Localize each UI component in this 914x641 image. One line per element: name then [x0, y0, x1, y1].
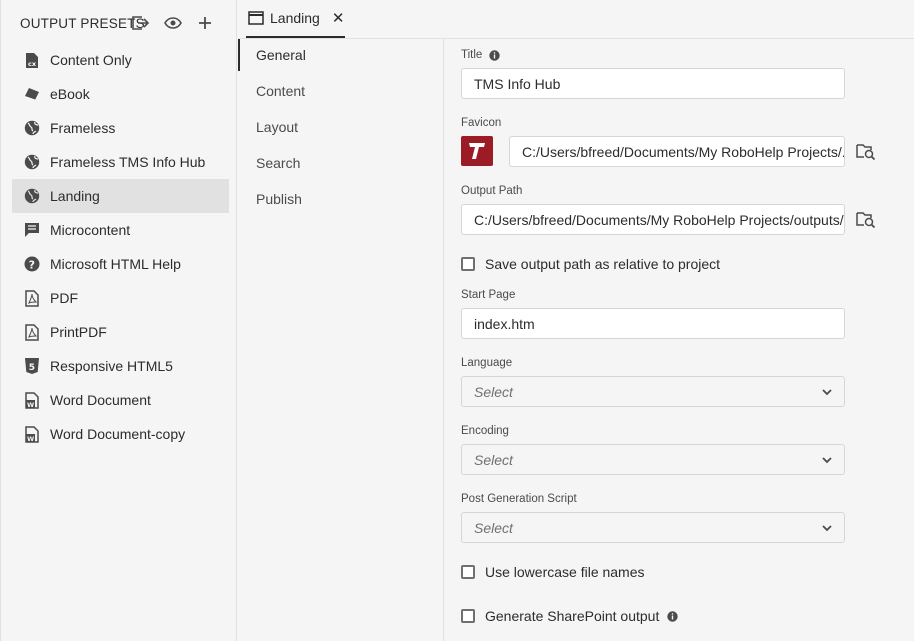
word-doc-icon: W — [23, 391, 41, 409]
preset-label: eBook — [50, 86, 90, 102]
start-page-input[interactable]: index.htm — [461, 308, 845, 339]
nav-item-layout[interactable]: Layout — [238, 111, 444, 143]
favicon-path-input[interactable]: C:/Users/bfreed/Documents/My RoboHelp Pr… — [509, 136, 845, 167]
post-gen-script-label: Post Generation Script — [461, 493, 577, 505]
output-path-label: Output Path — [461, 185, 523, 197]
globe-icon — [23, 187, 41, 205]
settings-nav: General Content Layout Search Publish — [238, 39, 444, 641]
tab-label: Landing — [270, 10, 320, 26]
chevron-down-icon — [821, 454, 833, 466]
sharepoint-checkbox[interactable] — [461, 609, 475, 623]
preset-label: Microcontent — [50, 222, 131, 238]
eye-icon[interactable] — [162, 12, 184, 34]
language-value: Select — [474, 383, 513, 400]
message-icon — [23, 221, 41, 239]
save-relative-checkbox[interactable] — [461, 257, 475, 271]
favicon-preview — [461, 136, 493, 166]
lowercase-checkbox-row[interactable]: Use lowercase file names — [461, 562, 645, 582]
preset-item-microsoft-html-help[interactable]: ? Microsoft HTML Help — [12, 247, 229, 281]
info-icon[interactable] — [667, 610, 679, 622]
chevron-down-icon — [821, 522, 833, 534]
save-relative-label: Save output path as relative to project — [485, 256, 721, 272]
nav-item-search[interactable]: Search — [238, 147, 444, 179]
export-icon[interactable] — [129, 12, 151, 34]
post-gen-script-select[interactable]: Select — [461, 512, 845, 543]
preset-item-microcontent[interactable]: Microcontent — [12, 213, 229, 247]
word-doc-icon: W — [23, 425, 41, 443]
svg-text:?: ? — [29, 258, 35, 271]
title-input[interactable]: TMS Info Hub — [461, 68, 845, 99]
svg-text:W: W — [27, 401, 34, 409]
encoding-label: Encoding — [461, 425, 509, 437]
svg-text:W: W — [27, 435, 34, 443]
tab-strip: Landing ✕ — [238, 0, 914, 39]
preset-label: Word Document — [50, 392, 151, 408]
plus-icon[interactable] — [194, 12, 216, 34]
window-icon — [248, 11, 264, 25]
tab-landing[interactable]: Landing ✕ — [246, 0, 345, 38]
html5-icon: 5 — [23, 357, 41, 375]
globe-icon — [23, 119, 41, 137]
preset-item-responsive-html5[interactable]: 5 Responsive HTML5 — [12, 349, 229, 383]
general-settings-form: Title TMS Info Hub Favicon C:/Users/bfre… — [445, 39, 914, 641]
svg-text:cx: cx — [28, 60, 37, 68]
chevron-down-icon — [821, 386, 833, 398]
info-icon[interactable] — [489, 49, 501, 61]
preset-label: Landing — [50, 188, 100, 204]
preset-item-printpdf[interactable]: PrintPDF — [12, 315, 229, 349]
lowercase-checkbox[interactable] — [461, 565, 475, 579]
help-icon: ? — [23, 255, 41, 273]
lowercase-label: Use lowercase file names — [485, 564, 645, 580]
output-path-input[interactable]: C:/Users/bfreed/Documents/My RoboHelp Pr… — [461, 204, 845, 235]
pdf-icon — [23, 323, 41, 341]
preset-item-content-only[interactable]: cx Content Only — [12, 43, 229, 77]
nav-item-general[interactable]: General — [238, 39, 444, 71]
preset-item-pdf[interactable]: PDF — [12, 281, 229, 315]
encoding-value: Select — [474, 451, 513, 468]
cx-doc-icon: cx — [23, 51, 41, 69]
preset-label: PDF — [50, 290, 78, 306]
preset-item-frameless[interactable]: Frameless — [12, 111, 229, 145]
globe-icon — [23, 153, 41, 171]
start-page-label: Start Page — [461, 289, 516, 301]
nav-item-content[interactable]: Content — [238, 75, 444, 107]
favicon-label: Favicon — [461, 117, 502, 129]
language-select[interactable]: Select — [461, 376, 845, 407]
preset-label: Microsoft HTML Help — [50, 256, 181, 272]
close-icon[interactable]: ✕ — [332, 9, 345, 27]
preset-label: Content Only — [50, 52, 132, 68]
preset-item-word-document[interactable]: W Word Document — [12, 383, 229, 417]
preset-item-landing[interactable]: Landing — [12, 179, 229, 213]
sharepoint-label: Generate SharePoint output — [485, 608, 660, 624]
output-presets-panel: OUTPUT PRESETS cx Content Only eBook Fra… — [0, 0, 237, 641]
book-icon — [23, 85, 41, 103]
preset-label: Frameless TMS Info Hub — [50, 154, 206, 170]
preset-label: Word Document-copy — [50, 426, 186, 442]
folder-search-icon[interactable] — [855, 140, 877, 162]
output-presets-title: OUTPUT PRESETS — [20, 15, 145, 31]
preset-label: Frameless — [50, 120, 116, 136]
output-presets-header: OUTPUT PRESETS — [20, 12, 145, 34]
sharepoint-checkbox-row[interactable]: Generate SharePoint output — [461, 606, 679, 626]
preset-item-word-document-copy[interactable]: W Word Document-copy — [12, 417, 229, 451]
preset-label: Responsive HTML5 — [50, 358, 173, 374]
nav-item-publish[interactable]: Publish — [238, 183, 444, 215]
title-label-text: Title — [461, 49, 483, 61]
post-gen-script-value: Select — [474, 519, 513, 536]
save-relative-checkbox-row[interactable]: Save output path as relative to project — [461, 254, 720, 274]
svg-text:5: 5 — [29, 363, 35, 373]
preset-item-ebook[interactable]: eBook — [12, 77, 229, 111]
title-label: Title — [461, 49, 501, 61]
folder-search-icon[interactable] — [855, 208, 877, 230]
preset-label: PrintPDF — [50, 324, 107, 340]
encoding-select[interactable]: Select — [461, 444, 845, 475]
pdf-icon — [23, 289, 41, 307]
language-label: Language — [461, 357, 513, 369]
preset-item-frameless-tms-info-hub[interactable]: Frameless TMS Info Hub — [12, 145, 229, 179]
